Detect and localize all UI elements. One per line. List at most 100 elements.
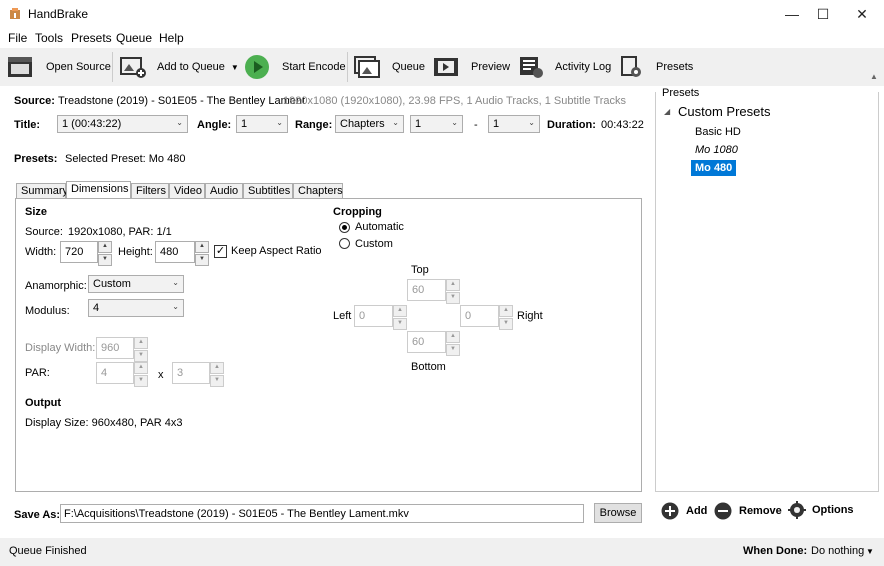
presets-gear-icon — [621, 56, 641, 77]
anamorphic-select[interactable]: Custom ⌄ — [88, 275, 184, 293]
log-icon — [520, 57, 543, 78]
tab-chapters[interactable]: Chapters — [293, 183, 343, 199]
crop-top-stepper[interactable]: ▲ ▼ — [446, 279, 460, 304]
duration-label: Duration: — [547, 119, 596, 131]
range-start-select[interactable]: 1 ⌄ — [410, 115, 463, 133]
chevron-down-icon: ▼ — [210, 375, 224, 387]
chevron-down-icon: ⌄ — [528, 118, 535, 127]
display-width-input[interactable]: 960 — [96, 337, 134, 359]
par-label: PAR: — [25, 367, 50, 379]
angle-label: Angle: — [197, 119, 232, 131]
checkmark-icon: ✓ — [215, 245, 226, 257]
queue-button[interactable]: Queue — [353, 52, 425, 82]
title-select[interactable]: 1 (00:43:22) ⌄ — [57, 115, 188, 133]
crop-automatic-radio[interactable] — [339, 222, 350, 233]
width-stepper[interactable]: ▲ ▼ — [98, 241, 112, 266]
chevron-down-icon: ⌄ — [172, 302, 179, 311]
dropdown-arrow-icon[interactable]: ▼ — [231, 63, 239, 72]
width-input[interactable]: 720 — [60, 241, 98, 263]
output-heading: Output — [25, 397, 62, 409]
height-label: Height: — [118, 246, 153, 258]
crop-right-input[interactable]: 0 — [460, 305, 499, 327]
display-width-stepper[interactable]: ▲ ▼ — [134, 337, 148, 362]
modulus-select[interactable]: 4 ⌄ — [88, 299, 184, 317]
size-source-label: Source: — [25, 226, 63, 238]
angle-select[interactable]: 1 ⌄ — [236, 115, 288, 133]
presets-button[interactable]: Presets — [620, 52, 693, 82]
tab-dimensions[interactable]: Dimensions — [66, 181, 131, 199]
chevron-down-icon: ▼ — [446, 292, 460, 304]
width-label: Width: — [25, 246, 57, 258]
crop-custom-radio[interactable] — [339, 238, 350, 249]
tab-audio[interactable]: Audio — [205, 183, 243, 199]
crop-left-input[interactable]: 0 — [354, 305, 393, 327]
menu-file[interactable]: File — [8, 31, 27, 45]
par-x-stepper[interactable]: ▲ ▼ — [134, 362, 148, 387]
add-preset-button[interactable]: Add — [661, 502, 707, 520]
collapse-triangle-icon[interactable]: ◢ — [664, 107, 670, 116]
remove-preset-button[interactable]: Remove — [714, 502, 782, 520]
crop-bottom-input[interactable]: 60 — [407, 331, 446, 353]
chevron-down-icon: ▼ — [134, 350, 148, 362]
save-as-path-input[interactable]: F:\Acquisitions\Treadstone (2019) - S01E… — [60, 504, 584, 523]
browse-button[interactable]: Browse — [594, 503, 642, 523]
par-y-input[interactable]: 3 — [172, 362, 210, 384]
close-button[interactable]: ✕ — [839, 0, 884, 28]
menu-queue[interactable]: Queue — [116, 31, 152, 45]
when-done-dropdown-icon[interactable]: ▼ — [866, 547, 874, 556]
crop-left-stepper[interactable]: ▲ ▼ — [393, 305, 407, 330]
menu-help[interactable]: Help — [159, 31, 184, 45]
presets-panel-heading: Presets — [660, 87, 702, 99]
preview-button[interactable]: Preview — [433, 52, 510, 82]
chevron-up-icon: ▲ — [499, 305, 513, 317]
par-y-stepper[interactable]: ▲ ▼ — [210, 362, 224, 387]
par-x-input[interactable]: 4 — [96, 362, 134, 384]
save-as-label: Save As: — [14, 509, 61, 521]
crop-top-label: Top — [411, 264, 429, 276]
status-bar: Queue Finished When Done: Do nothing ▼ — [0, 538, 884, 566]
size-heading: Size — [25, 206, 48, 218]
output-display-size: Display Size: 960x480, PAR 4x3 — [25, 417, 183, 429]
add-to-queue-button[interactable]: Add to Queue ▼ — [119, 52, 239, 82]
when-done-select[interactable]: Do nothing — [811, 545, 864, 557]
height-input[interactable]: 480 — [155, 241, 195, 263]
keep-aspect-checkbox[interactable]: ✓ — [214, 245, 227, 258]
title-label: Title: — [14, 119, 41, 131]
chevron-up-icon: ▲ — [134, 362, 148, 374]
range-type-select[interactable]: Chapters ⌄ — [335, 115, 404, 133]
crop-top-input[interactable]: 60 — [407, 279, 446, 301]
chevron-down-icon: ⌄ — [451, 118, 458, 127]
chevron-up-icon: ▲ — [446, 279, 460, 291]
open-source-button[interactable]: Open Source — [6, 52, 111, 82]
chevron-down-icon: ⌄ — [276, 118, 283, 127]
chevron-down-icon: ▼ — [393, 318, 407, 330]
chevron-up-icon: ▲ — [446, 331, 460, 343]
par-separator: x — [158, 369, 164, 381]
crop-bottom-label: Bottom — [411, 361, 446, 373]
tab-subtitles[interactable]: Subtitles — [243, 183, 293, 199]
when-done-label: When Done: — [743, 545, 808, 557]
tab-video[interactable]: Video — [169, 183, 205, 199]
presets-group-box — [655, 92, 879, 492]
menu-presets[interactable]: Presets — [71, 31, 112, 45]
crop-right-stepper[interactable]: ▲ ▼ — [499, 305, 513, 330]
preset-item-mo-1080[interactable]: Mo 1080 — [691, 142, 742, 158]
activity-log-button[interactable]: Activity Log — [518, 52, 611, 82]
size-source-value: 1920x1080, PAR: 1/1 — [68, 226, 172, 238]
preset-options-button[interactable]: Options — [788, 501, 854, 519]
chevron-down-icon: ▼ — [195, 254, 209, 266]
start-encode-button[interactable]: Start Encode — [244, 52, 346, 82]
crop-bottom-stepper[interactable]: ▲ ▼ — [446, 331, 460, 356]
height-stepper[interactable]: ▲ ▼ — [195, 241, 209, 266]
toolbar-chevron-up-icon[interactable]: ▲ — [870, 72, 880, 82]
preset-item-basic-hd[interactable]: Basic HD — [691, 124, 745, 140]
chevron-down-icon: ▼ — [134, 375, 148, 387]
menu-tools[interactable]: Tools — [35, 31, 63, 45]
range-label: Range: — [295, 119, 333, 131]
tab-summary[interactable]: Summary — [16, 183, 68, 199]
tab-filters[interactable]: Filters — [131, 183, 169, 199]
range-end-select[interactable]: 1 ⌄ — [488, 115, 540, 133]
preset-item-mo-480[interactable]: Mo 480 — [691, 160, 737, 176]
preset-group-custom[interactable]: Custom Presets — [678, 104, 770, 119]
window-title-bar: HandBrake — ☐ ✕ — [0, 0, 884, 28]
